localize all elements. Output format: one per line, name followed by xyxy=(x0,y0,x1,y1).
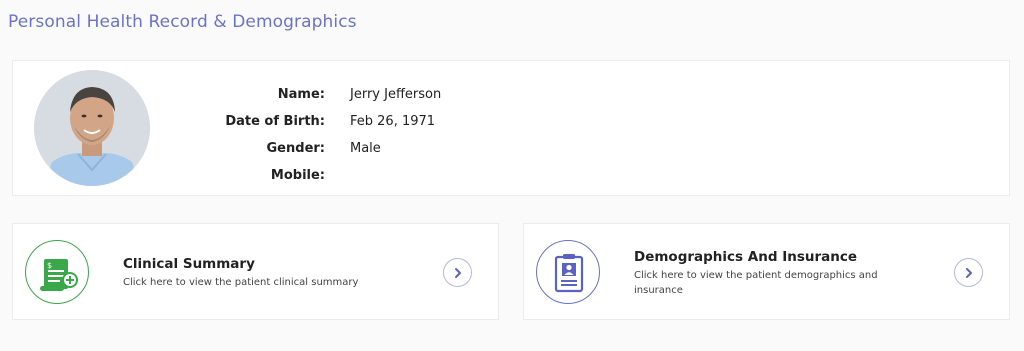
page-title: Personal Health Record & Demographics xyxy=(8,12,357,32)
field-label: Name: xyxy=(277,87,325,102)
card-description: Click here to view the patient demograph… xyxy=(634,270,878,296)
field-label: Date of Birth: xyxy=(225,114,325,129)
clinical-summary-icon: $ xyxy=(25,240,89,304)
field-name: Name: Jerry Jefferson xyxy=(203,81,441,108)
field-value: Feb 26, 1971 xyxy=(350,114,436,129)
card-description: Click here to view the patient clinical … xyxy=(123,277,359,288)
demographics-insurance-card[interactable]: Demographics And Insurance Click here to… xyxy=(523,223,1010,320)
field-value: Jerry Jefferson xyxy=(350,87,442,102)
open-demographics-insurance-button[interactable] xyxy=(954,258,983,287)
field-mobile: Mobile: xyxy=(203,162,441,189)
field-label: Mobile: xyxy=(270,168,325,183)
chevron-right-icon xyxy=(454,267,461,278)
patient-profile-card: Name: Jerry Jefferson Date of Birth: Feb… xyxy=(12,60,1010,196)
patient-fields: Name: Jerry Jefferson Date of Birth: Feb… xyxy=(203,81,441,189)
clinical-summary-card[interactable]: $ Clinical Summary Click here to view th… xyxy=(12,223,499,320)
id-card-clipboard-icon xyxy=(536,240,600,304)
patient-avatar xyxy=(34,70,150,186)
field-value: Male xyxy=(350,141,381,156)
field-label: Gender: xyxy=(266,141,325,156)
open-clinical-summary-button[interactable] xyxy=(443,258,472,287)
field-gender: Gender: Male xyxy=(203,135,441,162)
field-date-of-birth: Date of Birth: Feb 26, 1971 xyxy=(203,108,441,135)
card-title: Demographics And Insurance xyxy=(634,249,858,265)
svg-text:$: $ xyxy=(47,261,52,270)
card-title: Clinical Summary xyxy=(123,256,255,272)
chevron-right-icon xyxy=(965,267,972,278)
